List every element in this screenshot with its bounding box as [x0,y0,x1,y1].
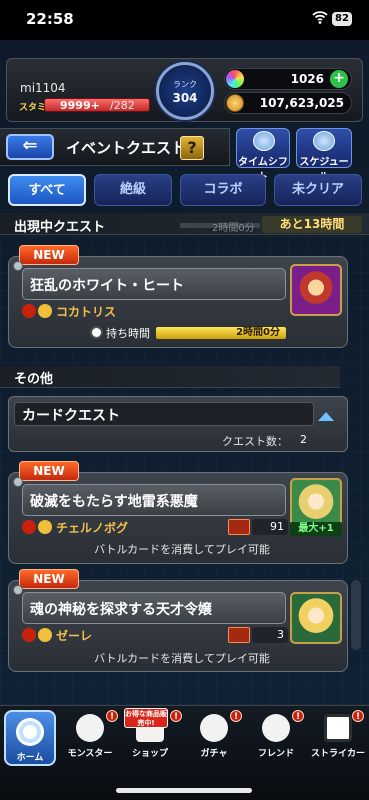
nav-striker-label: ストライカー [310,749,365,759]
card-quest-title: カードクエスト [22,408,120,424]
alert-icon: ! [230,710,242,722]
quest-name: 狂乱のホワイト・ヒート [30,278,184,294]
section-other-title: その他 [14,372,54,387]
battery-icon: 82 [332,12,352,26]
boss-name: チェルノボグ [56,521,129,535]
orb-value: 1026 [290,72,324,86]
status-bar: 22:58 82 [0,0,369,40]
gacha-egg-icon [200,714,228,742]
shop-sale-tag: お得な商品販売中! [124,708,168,728]
devil-icon [22,520,36,534]
nav-friend[interactable]: フレンド ! [248,710,304,770]
rank-value: 304 [172,91,198,105]
nav-gacha-label: ガチャ [200,749,228,759]
light-element-icon [38,304,52,318]
home-icon [16,718,44,746]
status-time: 22:58 [26,10,74,28]
rank-label: ランク [173,80,197,89]
boss-name: ゼーレ [56,629,93,643]
boss-name: コカトリス [56,305,117,319]
help-button[interactable]: ? [180,136,204,160]
battle-card-count: 3 [252,627,288,643]
stamina-max: /282 [110,99,135,112]
alert-icon: ! [170,710,182,722]
remaining-time-badge: あと13時間 [262,216,362,233]
filter-tabs: すべて 絶級 コラボ 未クリア [8,174,362,206]
tab-uncleared[interactable]: 未クリア [274,174,362,206]
player-name: mi1104 [20,81,66,95]
new-badge: NEW [19,461,79,481]
quest-note: バトルカードを消費してプレイ可能 [94,543,270,556]
time-shift-icon [253,131,275,151]
nav-shop-label: ショップ [131,749,168,759]
pin-icon [13,585,23,595]
time-shift-button[interactable]: タイムシフト [236,128,290,183]
quest-name: 破滅をもたらす地雷系悪魔 [30,494,198,510]
section-active-title: 出現中クエスト [14,220,106,235]
alert-icon: ! [106,710,118,722]
light-element-icon [38,520,52,534]
friends-icon [262,714,290,742]
collapse-arrow-icon[interactable] [318,412,334,421]
monster-icon [76,714,104,742]
clock-icon [90,326,103,339]
quest-name: 魂の神秘を探求する天才令嬢 [30,602,212,618]
timer-bar: 2時間0分 [156,327,286,339]
light-element-icon [38,628,52,642]
timer-label: 持ち時間 [106,327,150,340]
section-elapsed: 2時間0分 [212,223,255,234]
alert-icon: ! [352,710,364,722]
back-button[interactable]: ⇐ [6,134,54,160]
boss-row: チェルノボグ 91 [22,518,288,538]
max-bonus-badge: 最大+1 [290,522,342,536]
buy-orbs-plus-icon[interactable]: + [330,70,348,88]
tab-collab[interactable]: コラボ [180,174,266,206]
striker-card-icon [324,714,352,742]
nav-monster[interactable]: モンスター ! [62,710,118,770]
page-title: イベントクエスト [66,139,187,157]
alert-icon: ! [292,710,304,722]
nav-home[interactable]: ホーム [4,710,56,766]
nav-gacha[interactable]: ガチャ ! [186,710,242,770]
devil-icon [22,304,36,318]
rank-badge[interactable]: ランク 304 [156,62,214,120]
scrollbar[interactable] [351,580,361,650]
nav-monster-label: モンスター [67,749,113,759]
clock-icon [313,131,335,151]
pin-icon [13,477,23,487]
boss-row: コカトリス [22,302,286,322]
timer-row: 持ち時間 2時間0分 [22,324,286,342]
battle-card-icon [228,519,250,535]
new-badge: NEW [19,569,79,589]
quest-count: 2 [300,433,307,446]
wifi-icon [312,11,328,24]
gold-value: 107,623,025 [259,96,344,110]
nav-home-label: ホーム [16,753,44,763]
battle-card-icon [228,627,250,643]
pin-icon [13,261,23,271]
tab-all[interactable]: すべて [8,174,86,206]
boss-row: ゼーレ 3 [22,626,288,646]
nav-striker[interactable]: ストライカー ! [310,710,366,770]
new-badge: NEW [19,245,79,265]
stamina-value: 9999+ [60,99,100,112]
gold-coin-icon [226,94,244,112]
tab-zekkyu[interactable]: 絶級 [94,174,172,206]
boss-thumbnail [290,264,342,316]
boss-thumbnail [290,592,342,644]
orb-icon [226,70,244,88]
home-indicator [116,788,252,793]
quest-note: バトルカードを消費してプレイ可能 [94,652,270,665]
quest-count-label: クエスト数： [222,435,288,448]
schedule-button[interactable]: スケジュール [296,128,352,183]
back-arrow-icon: ⇐ [22,135,38,156]
devil-icon [22,628,36,642]
battle-card-count: 91 [252,519,288,535]
nav-friend-label: フレンド [257,749,294,759]
screen: 22:58 82 mi1104 スタミナ 9999+ /282 ランク 304 … [0,0,369,800]
